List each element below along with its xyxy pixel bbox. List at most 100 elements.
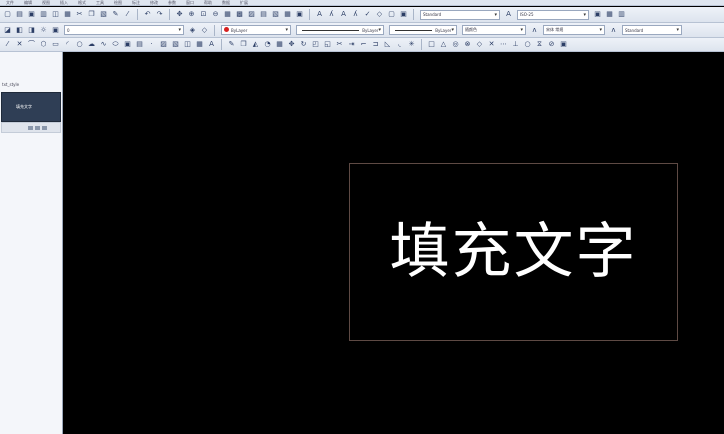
insert-block-icon[interactable]: ▣ [123, 40, 132, 49]
offset-icon[interactable]: ◔ [263, 40, 272, 49]
pencil-icon[interactable]: ⁄ [123, 10, 132, 19]
explode-icon[interactable]: ✳ [407, 40, 416, 49]
gradient-icon[interactable]: ▧ [171, 40, 180, 49]
snap-quadrant-icon[interactable]: ◇ [475, 40, 484, 49]
text-style-manager-icon[interactable]: A [504, 10, 513, 19]
text-style-combo[interactable]: Standard ▾ [420, 9, 500, 20]
snap-extension-icon[interactable]: ⋯ [499, 40, 508, 49]
menu-tools[interactable]: 工具 [96, 0, 104, 6]
snap-midpoint-icon[interactable]: △ [439, 40, 448, 49]
spell-check-icon[interactable]: ✓ [363, 10, 372, 19]
layer-lock-icon[interactable]: ▣ [51, 26, 60, 35]
annotation-scale-icon[interactable]: ʌ [609, 26, 618, 35]
markup-icon[interactable]: ▧ [271, 10, 280, 19]
snap-center-icon[interactable]: ◎ [451, 40, 460, 49]
font-combo[interactable]: 宋体 常规 ▾ [543, 25, 605, 35]
layer-previous-icon[interactable]: ◨ [27, 26, 36, 35]
open-file-icon[interactable]: ▤ [15, 10, 24, 19]
rectangle-icon[interactable]: ▭ [51, 40, 60, 49]
layer-match-icon[interactable]: ◇ [200, 26, 209, 35]
dim-style-combo[interactable]: ISO-25 ▾ [517, 9, 589, 20]
dim-style-manager-icon[interactable]: ▣ [593, 10, 602, 19]
mirror-icon[interactable]: ◭ [251, 40, 260, 49]
erase-icon[interactable]: ✎ [227, 40, 236, 49]
table-style-icon[interactable]: ▦ [605, 10, 614, 19]
text-justify-icon[interactable]: ◇ [375, 10, 384, 19]
menu-dimension[interactable]: 标注 [132, 0, 140, 6]
drawing-canvas[interactable]: 填充文字 [63, 52, 724, 434]
ellipse-icon[interactable]: ⬭ [111, 40, 120, 49]
revision-cloud-icon[interactable]: ☁ [87, 40, 96, 49]
menu-file[interactable]: 文件 [6, 0, 14, 6]
menu-modify[interactable]: 修改 [150, 0, 158, 6]
menu-view[interactable]: 视图 [42, 0, 50, 6]
calculator-icon[interactable]: ▦ [283, 10, 292, 19]
circle-icon[interactable]: ○ [75, 40, 84, 49]
card-option-icon[interactable] [42, 126, 47, 130]
make-current-icon[interactable]: ◈ [188, 26, 197, 35]
construction-line-icon[interactable]: ✕ [15, 40, 24, 49]
paste-icon[interactable]: ▧ [99, 10, 108, 19]
spline-icon[interactable]: ∿ [99, 40, 108, 49]
line-icon[interactable]: ⁄ [3, 40, 12, 49]
undo-icon[interactable]: ↶ [143, 10, 152, 19]
menu-help[interactable]: 帮助 [204, 0, 212, 6]
layer-manager-icon[interactable]: ◪ [3, 26, 12, 35]
fillet-icon[interactable]: ◟ [395, 40, 404, 49]
card-option-icon[interactable] [35, 126, 40, 130]
scale-icon[interactable]: ◰ [311, 40, 320, 49]
copy-icon[interactable]: ❐ [87, 10, 96, 19]
fill-text[interactable]: 填充文字 [390, 217, 638, 287]
help-icon[interactable]: ▣ [295, 10, 304, 19]
copy-object-icon[interactable]: ❐ [239, 40, 248, 49]
preview-icon[interactable]: ◫ [51, 10, 60, 19]
linetype-combo[interactable]: ByLayer ▾ [296, 25, 384, 35]
publish-icon[interactable]: ▦ [63, 10, 72, 19]
zoom-realtime-icon[interactable]: ⊕ [187, 10, 196, 19]
rotate-icon[interactable]: ↻ [299, 40, 308, 49]
menu-data[interactable]: 数据 [222, 0, 230, 6]
menu-insert[interactable]: 插入 [60, 0, 68, 6]
text-frame-icon[interactable]: ▢ [387, 10, 396, 19]
arc-icon[interactable]: ◜ [63, 40, 72, 49]
chamfer-icon[interactable]: ◺ [383, 40, 392, 49]
text-height-icon[interactable]: ʌ [530, 26, 539, 35]
text-convert-icon[interactable]: ▣ [399, 10, 408, 19]
lineweight-combo[interactable]: ByLayer ▾ [389, 25, 457, 35]
multileader-style-icon[interactable]: ▥ [617, 10, 626, 19]
save-icon[interactable]: ▣ [27, 10, 36, 19]
snap-perpendicular-icon[interactable]: ⊥ [511, 40, 520, 49]
pan-icon[interactable]: ✥ [175, 10, 184, 19]
zoom-previous-icon[interactable]: ⊖ [211, 10, 220, 19]
stretch-icon[interactable]: ◱ [323, 40, 332, 49]
text-edit-icon[interactable]: ʎ [327, 10, 336, 19]
layer-combo[interactable]: 0 ▾ [64, 25, 184, 35]
polyline-icon[interactable]: ⌒ [27, 40, 36, 49]
menu-draw[interactable]: 绘图 [114, 0, 122, 6]
snap-intersection-icon[interactable]: ✕ [487, 40, 496, 49]
break-icon[interactable]: ⌐ [359, 40, 368, 49]
cut-icon[interactable]: ✂ [75, 10, 84, 19]
snap-node-icon[interactable]: ⊗ [463, 40, 472, 49]
text-style-card[interactable]: 填充文字 [1, 92, 61, 122]
region-icon[interactable]: ◫ [183, 40, 192, 49]
sheet-set-icon[interactable]: ▤ [259, 10, 268, 19]
make-block-icon[interactable]: ▤ [135, 40, 144, 49]
snap-none-icon[interactable]: ⊘ [547, 40, 556, 49]
zoom-window-icon[interactable]: ⊡ [199, 10, 208, 19]
card-option-icon[interactable] [28, 126, 33, 130]
match-properties-icon[interactable]: ✎ [111, 10, 120, 19]
menu-window[interactable]: 窗口 [186, 0, 194, 6]
table-icon[interactable]: ▦ [195, 40, 204, 49]
text-frame[interactable]: 填充文字 [349, 163, 678, 341]
new-file-icon[interactable]: ▢ [3, 10, 12, 19]
annotation-combo[interactable]: Standard ▾ [622, 25, 682, 35]
layer-state-icon[interactable]: ◧ [15, 26, 24, 35]
polygon-icon[interactable]: ⬡ [39, 40, 48, 49]
text-find-icon[interactable]: A [339, 10, 348, 19]
plot-style-combo[interactable]: 随颜色 ▾ [462, 25, 526, 35]
mtext-icon[interactable]: A [207, 40, 216, 49]
osnap-settings-icon[interactable]: ▣ [559, 40, 568, 49]
snap-endpoint-icon[interactable]: □ [427, 40, 436, 49]
text-scale-icon[interactable]: ʎ [351, 10, 360, 19]
